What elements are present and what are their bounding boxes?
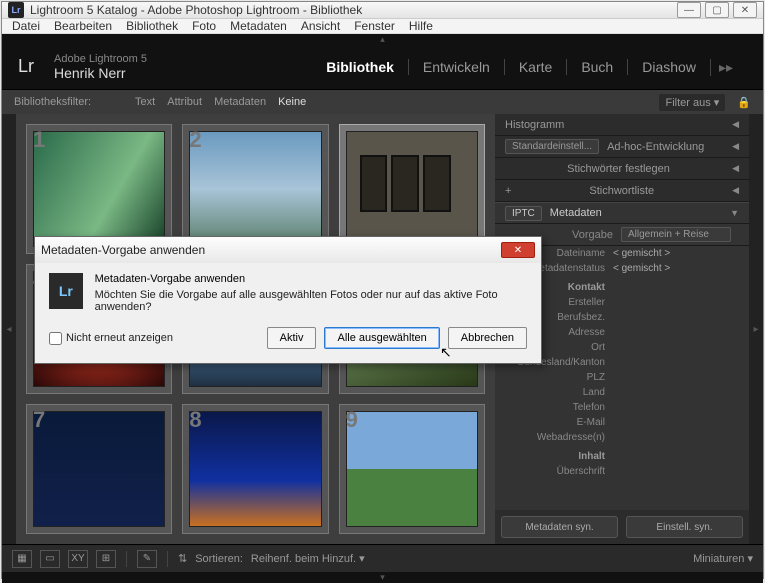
- titlebar: Lr Lightroom 5 Katalog - Adobe Photoshop…: [2, 2, 763, 19]
- field-email[interactable]: [613, 417, 739, 428]
- dialog-heading: Metadaten-Vorgabe anwenden: [95, 273, 527, 285]
- field-land[interactable]: [613, 387, 739, 398]
- preset-label: Vorgabe: [572, 229, 613, 241]
- thumb-cell-selected[interactable]: 3: [339, 124, 485, 254]
- dont-show-again-checkbox[interactable]: Nicht erneut anzeigen: [49, 332, 173, 345]
- module-bibliothek[interactable]: Bibliothek: [312, 59, 408, 75]
- collapse-icon: ◀: [732, 141, 739, 152]
- metadata-preset-dropdown[interactable]: Allgemein + Reise: [621, 227, 731, 242]
- add-keyword-icon[interactable]: +: [505, 185, 511, 197]
- expand-icon: ▼: [730, 208, 739, 218]
- module-overflow-icon[interactable]: ▸▸: [710, 59, 747, 76]
- module-buch[interactable]: Buch: [566, 59, 627, 75]
- section-inhalt: Inhalt: [505, 451, 605, 462]
- thumb-cell[interactable]: 2: [182, 124, 328, 254]
- module-picker: Bibliothek Entwickeln Karte Buch Diashow…: [312, 59, 747, 76]
- field-ueberschrift[interactable]: [613, 466, 739, 477]
- apply-active-button[interactable]: Aktiv: [267, 327, 317, 349]
- sort-label: Sortieren:: [195, 553, 243, 565]
- collapse-icon: ◀: [732, 185, 739, 196]
- apply-all-selected-button[interactable]: Alle ausgewählten: [324, 327, 439, 349]
- minimize-button[interactable]: —: [677, 2, 701, 18]
- identity-plate: Lr Adobe Lightroom 5 Henrik Nerr Bibliot…: [2, 45, 763, 90]
- window-title: Lightroom 5 Katalog - Adobe Photoshop Li…: [30, 3, 677, 17]
- product-name: Adobe Lightroom 5: [54, 53, 147, 65]
- library-filter-bar: Bibliotheksfilter: Text Attribut Metadat…: [2, 90, 763, 114]
- filter-label: Bibliotheksfilter:: [14, 96, 91, 108]
- field-bundesland[interactable]: [613, 357, 739, 368]
- field-ort[interactable]: [613, 342, 739, 353]
- left-panel-toggle[interactable]: ◂: [2, 114, 16, 544]
- brand-icon: Lr: [18, 56, 46, 78]
- menu-metadaten[interactable]: Metadaten: [230, 19, 287, 33]
- metadata-set-dropdown[interactable]: IPTC: [505, 206, 542, 221]
- thumb-cell[interactable]: 9: [339, 404, 485, 534]
- panel-metadaten[interactable]: IPTCMetadaten▼: [495, 202, 749, 224]
- panel-histogramm[interactable]: Histogramm◀: [495, 114, 749, 136]
- filter-keine[interactable]: Keine: [278, 96, 306, 108]
- survey-view-icon[interactable]: ⊞: [96, 550, 116, 568]
- menu-ansicht[interactable]: Ansicht: [301, 19, 340, 33]
- metadata-preset-dialog: Metadaten-Vorgabe anwenden ✕ Lr Metadate…: [34, 236, 542, 364]
- thumb-cell[interactable]: 8: [182, 404, 328, 534]
- sort-dropdown[interactable]: Reihenf. beim Hinzuf. ▾: [251, 552, 365, 565]
- thumb-cell[interactable]: 1: [26, 124, 172, 254]
- toolbar-bottom: ▦ ▭ XY ⊞ ✎ ⇅ Sortieren: Reihenf. beim Hi…: [2, 544, 763, 572]
- menu-bearbeiten[interactable]: Bearbeiten: [54, 19, 112, 33]
- painter-icon[interactable]: ✎: [137, 550, 157, 568]
- sort-direction-icon[interactable]: ⇅: [178, 552, 187, 565]
- panel-adhoc[interactable]: Standardeinstell...Ad-hoc-Entwicklung◀: [495, 136, 749, 158]
- filter-lock-icon[interactable]: 🔒: [737, 96, 751, 109]
- dialog-close-button[interactable]: ✕: [501, 242, 535, 258]
- module-entwickeln[interactable]: Entwickeln: [408, 59, 504, 75]
- menu-fenster[interactable]: Fenster: [354, 19, 395, 33]
- collapse-icon: ◀: [732, 163, 739, 174]
- thumbnails-dropdown[interactable]: Miniaturen ▾: [693, 552, 753, 565]
- menu-hilfe[interactable]: Hilfe: [409, 19, 433, 33]
- sync-settings-button[interactable]: Einstell. syn.: [626, 516, 743, 538]
- filter-attribut[interactable]: Attribut: [167, 96, 202, 108]
- module-karte[interactable]: Karte: [504, 59, 566, 75]
- menubar: Datei Bearbeiten Bibliothek Foto Metadat…: [2, 19, 763, 34]
- panel-keywording[interactable]: Stichwörter festlegen◀: [495, 158, 749, 180]
- thumb-cell[interactable]: 7: [26, 404, 172, 534]
- field-berufsbez[interactable]: [613, 312, 739, 323]
- field-telefon[interactable]: [613, 402, 739, 413]
- menu-datei[interactable]: Datei: [12, 19, 40, 33]
- module-diashow[interactable]: Diashow: [627, 59, 710, 75]
- app-icon: Lr: [8, 2, 24, 18]
- compare-view-icon[interactable]: XY: [68, 550, 88, 568]
- cancel-button[interactable]: Abbrechen: [448, 327, 527, 349]
- dialog-app-icon: Lr: [49, 273, 83, 309]
- dialog-message: Möchten Sie die Vorgabe auf alle ausgewä…: [95, 289, 527, 313]
- quickdev-preset-dropdown[interactable]: Standardeinstell...: [505, 139, 599, 154]
- field-web[interactable]: [613, 432, 739, 443]
- user-name: Henrik Nerr: [54, 65, 147, 81]
- loupe-view-icon[interactable]: ▭: [40, 550, 60, 568]
- collapse-icon: ◀: [732, 119, 739, 130]
- filter-preset-dropdown[interactable]: Filter aus ▾: [659, 94, 725, 111]
- menu-bibliothek[interactable]: Bibliothek: [126, 19, 178, 33]
- right-panel-toggle[interactable]: ▸: [749, 114, 763, 544]
- dialog-titlebar: Metadaten-Vorgabe anwenden ✕: [35, 237, 541, 263]
- maximize-button[interactable]: ▢: [705, 2, 729, 18]
- menu-foto[interactable]: Foto: [192, 19, 216, 33]
- close-button[interactable]: ✕: [733, 2, 757, 18]
- grid-view-icon[interactable]: ▦: [12, 550, 32, 568]
- dialog-title: Metadaten-Vorgabe anwenden: [41, 243, 205, 257]
- sync-metadata-button[interactable]: Metadaten syn.: [501, 516, 618, 538]
- field-ersteller[interactable]: [613, 297, 739, 308]
- field-adresse[interactable]: [613, 327, 739, 338]
- filter-metadaten[interactable]: Metadaten: [214, 96, 266, 108]
- field-plz[interactable]: [613, 372, 739, 383]
- panel-keywordlist[interactable]: +Stichwortliste◀: [495, 180, 749, 202]
- filter-text[interactable]: Text: [135, 96, 155, 108]
